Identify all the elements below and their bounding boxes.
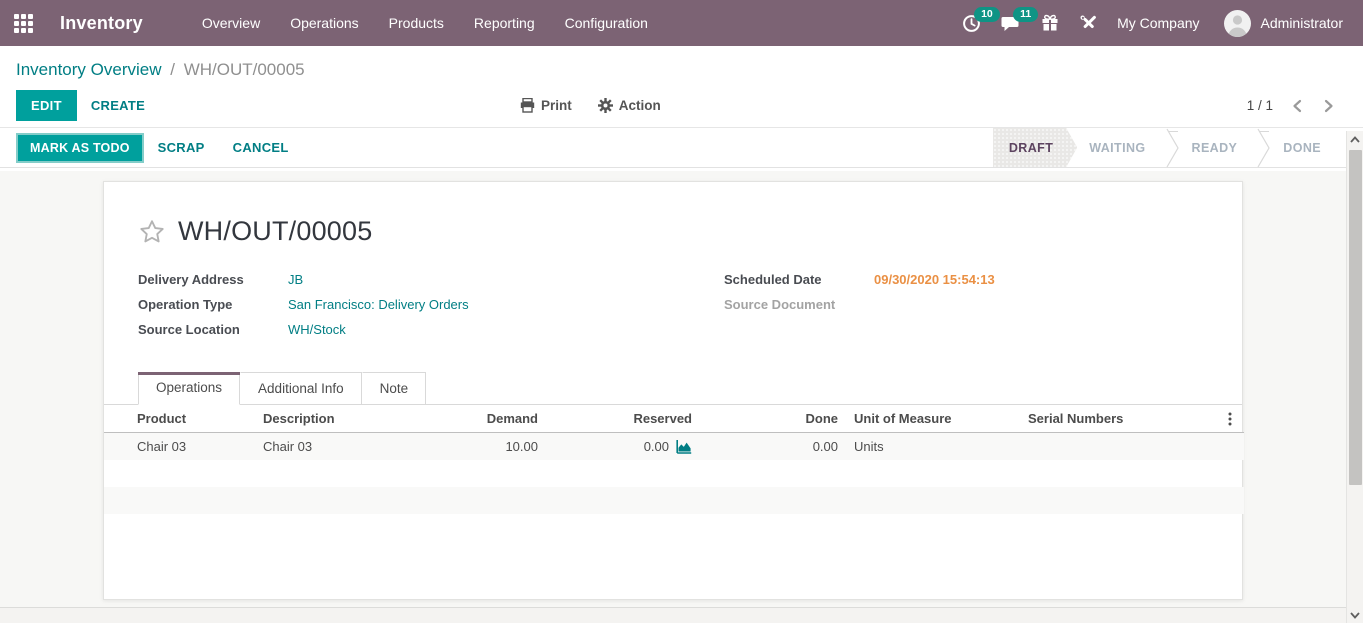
cell-demand[interactable]: 10.00 [420,433,546,460]
tab-note[interactable]: Note [362,372,427,405]
breadcrumb-current: WH/OUT/00005 [184,60,305,79]
breadcrumb-row: Inventory Overview / WH/OUT/00005 [0,46,1363,84]
pager-next-icon[interactable] [1321,97,1337,115]
nav-operations[interactable]: Operations [275,0,373,46]
col-reserved[interactable]: Reserved [546,405,700,433]
horizontal-scrollbar[interactable] [0,607,1346,623]
scroll-up-icon[interactable] [1347,131,1363,147]
col-unit-of-measure[interactable]: Unit of Measure [846,405,1020,433]
field-label: Delivery Address [138,271,288,288]
breadcrumb-parent-link[interactable]: Inventory Overview [16,60,162,79]
state-separator [1166,128,1180,167]
delivery-address-link[interactable]: JB [288,271,303,288]
pager-previous-icon[interactable] [1289,97,1305,115]
source-location-link[interactable]: WH/Stock [288,321,346,338]
field-label: Operation Type [138,296,288,313]
col-product[interactable]: Product [104,405,255,433]
form-view-area: WH/OUT/00005 Delivery Address JB Operati… [0,171,1346,607]
tab-additional-info[interactable]: Additional Info [240,372,362,405]
gift-icon [1041,14,1059,32]
user-menu[interactable]: Administrator [1251,0,1353,46]
cell-done[interactable]: 0.00 [700,433,846,460]
notebook-tabs: Operations Additional Info Note [104,372,1242,405]
field-source-location: Source Location WH/Stock [138,321,690,338]
operations-table: Product Description Demand Reserved Done… [104,405,1244,514]
field-delivery-address: Delivery Address JB [138,271,690,288]
referral-button[interactable] [1031,0,1069,46]
cancel-button[interactable]: CANCEL [219,133,303,162]
vertical-scrollbar[interactable] [1346,131,1363,623]
state-separator [1257,128,1271,167]
field-group-left: Delivery Address JB Operation Type San F… [138,271,690,346]
print-label: Print [541,98,572,113]
scroll-down-icon[interactable] [1347,607,1363,623]
nav-reporting[interactable]: Reporting [459,0,550,46]
state-done[interactable]: DONE [1271,128,1341,167]
field-scheduled-date: Scheduled Date 09/30/2020 15:54:13 [724,271,1242,288]
state-pipeline: DRAFT WAITING READY DONE [993,128,1341,167]
col-demand[interactable]: Demand [420,405,546,433]
col-done[interactable]: Done [700,405,846,433]
gear-icon [598,98,613,113]
tab-operations[interactable]: Operations [138,372,240,405]
form-sheet: WH/OUT/00005 Delivery Address JB Operati… [103,181,1243,600]
systray: 10 11 My Company Admini [952,0,1353,46]
cell-uom[interactable]: Units [846,433,1020,460]
app-title[interactable]: Inventory [46,13,157,34]
field-source-document: Source Document [724,296,1242,313]
top-navbar: Inventory Overview Operations Products R… [0,0,1363,46]
table-header-row: Product Description Demand Reserved Done… [104,405,1244,433]
cell-product[interactable]: Chair 03 [104,433,255,460]
vertical-scrollbar-thumb[interactable] [1349,150,1362,485]
company-switcher[interactable]: My Company [1107,0,1209,46]
form-statusbar: MARK AS TODO SCRAP CANCEL DRAFT WAITING … [0,128,1363,168]
print-menu-button[interactable]: Print [520,98,572,113]
cell-serial[interactable] [1020,433,1215,460]
nav-products[interactable]: Products [374,0,459,46]
col-serial-numbers[interactable]: Serial Numbers [1020,405,1215,433]
favorite-star-icon[interactable] [138,218,166,246]
action-menu-button[interactable]: Action [598,98,661,113]
mark-as-todo-button[interactable]: MARK AS TODO [16,133,144,163]
forecast-chart-icon[interactable] [676,439,692,454]
optional-columns-button[interactable] [1215,405,1244,433]
reserved-value: 0.00 [644,439,669,454]
field-group-right: Scheduled Date 09/30/2020 15:54:13 Sourc… [690,271,1242,346]
scheduled-date-value: 09/30/2020 15:54:13 [874,271,995,288]
apps-menu-button[interactable] [0,0,46,46]
state-ready[interactable]: READY [1180,128,1258,167]
nav-configuration[interactable]: Configuration [550,0,663,46]
nav-overview[interactable]: Overview [187,0,275,46]
control-panel: EDIT CREATE Print Action 1 / 1 [0,84,1363,128]
edit-button[interactable]: EDIT [16,90,77,121]
field-label: Scheduled Date [724,271,874,288]
tools-button[interactable] [1069,0,1107,46]
messages-button[interactable]: 11 [991,0,1031,46]
breadcrumb-separator: / [166,60,179,79]
field-operation-type: Operation Type San Francisco: Delivery O… [138,296,690,313]
state-draft[interactable]: DRAFT [993,128,1077,167]
printer-icon [520,98,535,113]
apps-grid-icon [14,14,33,33]
document-title: WH/OUT/00005 [178,216,372,247]
breadcrumb: Inventory Overview / WH/OUT/00005 [16,60,1363,80]
create-button[interactable]: CREATE [77,91,159,120]
avatar[interactable] [1224,10,1251,37]
tools-icon [1079,14,1097,32]
table-row[interactable]: Chair 03 Chair 03 10.00 0.00 0.00 Units [104,433,1244,460]
field-label: Source Document [724,296,874,313]
scrap-button[interactable]: SCRAP [144,133,219,162]
cell-reserved[interactable]: 0.00 [546,433,700,460]
pager-value: 1 / 1 [1247,98,1273,113]
cell-description[interactable]: Chair 03 [255,433,420,460]
empty-row [104,487,1244,514]
state-waiting[interactable]: WAITING [1077,128,1165,167]
activities-button[interactable]: 10 [952,0,991,46]
col-description[interactable]: Description [255,405,420,433]
action-label: Action [619,98,661,113]
empty-row [104,460,1244,487]
operation-type-link[interactable]: San Francisco: Delivery Orders [288,296,469,313]
field-label: Source Location [138,321,288,338]
